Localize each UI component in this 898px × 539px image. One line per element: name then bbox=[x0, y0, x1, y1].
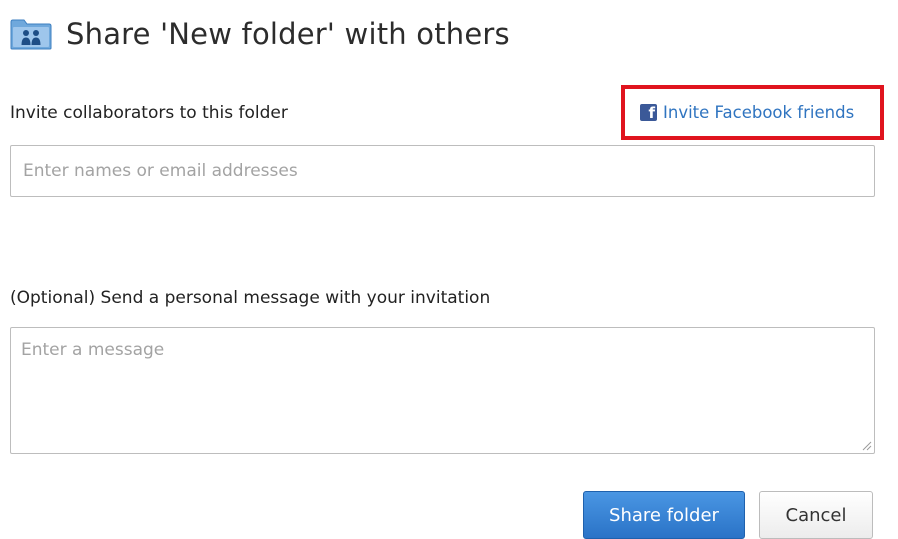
resize-grip-icon[interactable] bbox=[861, 440, 872, 451]
dialog-header: Share 'New folder' with others bbox=[10, 12, 510, 56]
share-folder-button[interactable]: Share folder bbox=[583, 491, 745, 539]
personal-message-textarea[interactable] bbox=[10, 327, 875, 454]
shared-folder-icon bbox=[10, 19, 52, 50]
invite-facebook-friends-link[interactable]: Invite Facebook friends bbox=[663, 103, 854, 122]
facebook-invite-highlight[interactable]: f Invite Facebook friends bbox=[621, 85, 884, 140]
invite-collaborators-label: Invite collaborators to this folder bbox=[10, 103, 288, 123]
dialog-title: Share 'New folder' with others bbox=[66, 17, 510, 51]
cancel-button[interactable]: Cancel bbox=[759, 491, 873, 539]
share-folder-dialog: Share 'New folder' with others Invite co… bbox=[0, 0, 898, 539]
collaborators-input[interactable] bbox=[10, 145, 875, 197]
personal-message-label: (Optional) Send a personal message with … bbox=[10, 288, 491, 308]
facebook-icon: f bbox=[640, 104, 657, 121]
